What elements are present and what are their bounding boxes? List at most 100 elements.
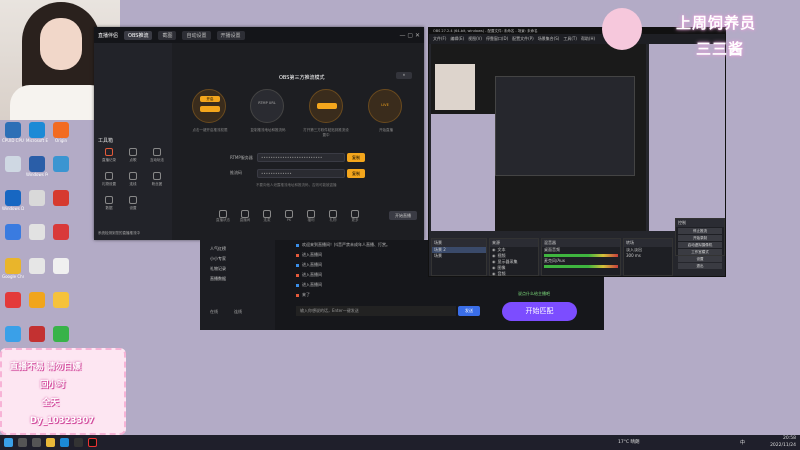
window-controls[interactable]: — ▢ ✕	[399, 32, 420, 39]
eye-icon[interactable]: ◉	[492, 247, 496, 252]
copy-key-button[interactable]: 复制	[347, 169, 365, 178]
desktop-icon[interactable]: CPUID CPU-Z	[2, 122, 24, 156]
desktop-icon[interactable]	[26, 292, 48, 326]
desktop-icon[interactable]	[50, 156, 72, 190]
enable-push-button[interactable]: 开启	[200, 96, 220, 102]
desktop-icon[interactable]	[26, 190, 48, 224]
start-live-button[interactable]: 开始直播	[389, 211, 417, 220]
rtmp-server-field[interactable]: ••••••••••••••••••••••••••	[257, 153, 345, 162]
copy-server-button[interactable]: 复制	[347, 153, 365, 162]
source-name: 图像	[497, 265, 506, 270]
tool-item[interactable]: 互动玩法	[146, 148, 168, 163]
tool-item[interactable]: 设置	[122, 196, 144, 211]
security-note: 不要向他人泄露推流地址和推流码，否则可能被盗播	[256, 183, 337, 187]
desktop-icon[interactable]: Windows Defender	[2, 190, 24, 224]
desktop-icon[interactable]	[50, 258, 72, 292]
tab-obs-push[interactable]: OBS推流	[124, 30, 153, 40]
step-2: RTMP URL	[250, 89, 284, 123]
control-button[interactable]: 停止推流	[678, 228, 722, 234]
obs-menu-item[interactable]: 编辑(E)	[450, 34, 464, 44]
toolbar-button[interactable]: 福利	[304, 210, 318, 224]
desktop-icon[interactable]	[50, 224, 72, 258]
chat-menu-item[interactable]: 直播数据	[210, 274, 275, 284]
toolbar-button[interactable]: 礼物	[326, 210, 340, 224]
search-icon[interactable]	[18, 438, 27, 447]
eye-icon[interactable]: ◉	[492, 271, 496, 276]
start-icon[interactable]	[4, 438, 13, 447]
taskview-icon[interactable]	[32, 438, 41, 447]
app-icon	[29, 122, 45, 138]
preview-nested-obs	[495, 76, 635, 176]
scene-item[interactable]: 场景	[432, 253, 486, 259]
mixer-meter[interactable]	[544, 265, 618, 268]
app-icon	[5, 122, 21, 138]
chat-input[interactable]: 输入你想说的话，Enter一键发送	[296, 306, 456, 316]
toolbar-label: 福利	[307, 218, 315, 222]
control-button[interactable]: 启动虚拟摄像机	[678, 242, 722, 248]
step-3-pill	[317, 103, 337, 109]
stream-key-field[interactable]: •••••••••••••	[257, 169, 345, 178]
chat-dot	[296, 263, 299, 267]
eye-icon[interactable]: ◉	[492, 253, 496, 258]
send-button[interactable]: 发送	[458, 306, 480, 316]
desktop-icon[interactable]	[50, 292, 72, 326]
obs-menu-item[interactable]: 帮助(H)	[581, 34, 595, 44]
eye-icon[interactable]: ◉	[492, 259, 496, 264]
explorer-icon[interactable]	[46, 438, 55, 447]
app-icon	[29, 190, 45, 206]
tool-item[interactable]: 粉丝团	[146, 172, 168, 187]
tab-auto-settings[interactable]: 自动设置	[182, 30, 211, 40]
desktop-icon[interactable]	[2, 224, 24, 258]
eye-icon[interactable]: ◉	[492, 265, 496, 270]
toolbar-button[interactable]: 连麦	[260, 210, 274, 224]
toolbar-button[interactable]: 直播间	[238, 210, 252, 224]
obs-menu-item[interactable]: 停靠窗口(D)	[486, 34, 508, 44]
app-icon	[29, 224, 45, 240]
control-button[interactable]: 设置	[678, 256, 722, 262]
close-guide-button[interactable]: ✕	[396, 72, 412, 79]
toolbar-button[interactable]: 直播状态	[216, 210, 230, 224]
obs-menu-item[interactable]: 视图(V)	[468, 34, 482, 44]
chat-menu-item[interactable]: 小小专家	[210, 254, 275, 264]
obs-menu-item[interactable]: 场景集合(S)	[538, 34, 560, 44]
mixer-meter[interactable]	[544, 254, 618, 257]
source-item[interactable]: ◉ 音频	[490, 271, 538, 277]
start-match-button[interactable]: 开始匹配	[502, 302, 577, 321]
obs-menu-item[interactable]: 配置文件(P)	[512, 34, 534, 44]
toolbar-button[interactable]: PK	[282, 210, 296, 224]
desktop-icon[interactable]: Google Chrome	[2, 258, 24, 292]
tab-screenshot[interactable]: 截图	[158, 30, 177, 40]
obs-menu-item[interactable]: 文件(F)	[433, 34, 446, 44]
desktop-icon[interactable]	[2, 156, 24, 190]
toolbar-button[interactable]: 更多	[348, 210, 362, 224]
tool-label: 直播记录	[102, 158, 116, 162]
clock[interactable]: 20:58 2022/11/24	[770, 435, 796, 450]
tab-live-settings[interactable]: 开播设置	[216, 30, 245, 40]
douyin-icon[interactable]	[88, 438, 97, 447]
obs-menu-item[interactable]: 工具(T)	[563, 34, 577, 44]
control-button[interactable]: 开始录制	[678, 235, 722, 241]
desktop-icon[interactable]: Origin	[50, 122, 72, 156]
app-icon	[5, 326, 21, 342]
tool-item[interactable]: 数据	[98, 196, 120, 211]
desktop-icon[interactable]: Microsoft Edge	[26, 122, 48, 156]
desktop-icon[interactable]	[2, 292, 24, 326]
control-button[interactable]: 工作室模式	[678, 249, 722, 255]
desktop-icon[interactable]	[26, 258, 48, 292]
desktop-icon[interactable]	[50, 190, 72, 224]
transition-duration[interactable]: 300 ms	[624, 253, 672, 259]
tool-item[interactable]: 连线	[122, 172, 144, 187]
desktop-icon[interactable]	[26, 224, 48, 258]
weather-text[interactable]: 17°C 晴朗	[618, 439, 640, 445]
desktop-icon[interactable]: Windows PowerShell	[26, 156, 48, 190]
ime-indicator[interactable]: 中	[740, 439, 745, 446]
tool-item[interactable]: 点歌	[122, 148, 144, 163]
chat-menu-item[interactable]: 礼物记录	[210, 264, 275, 274]
edge-icon[interactable]	[60, 438, 69, 447]
obs-icon[interactable]	[74, 438, 83, 447]
tool-item[interactable]: 直播记录	[98, 148, 120, 163]
chat-menu-item[interactable]: 人气红榜	[210, 244, 275, 254]
tool-item[interactable]: 礼物设置	[98, 172, 120, 187]
control-button[interactable]: 退出	[678, 263, 722, 269]
status-text: 系统检测到您的直播推流中	[98, 231, 140, 235]
